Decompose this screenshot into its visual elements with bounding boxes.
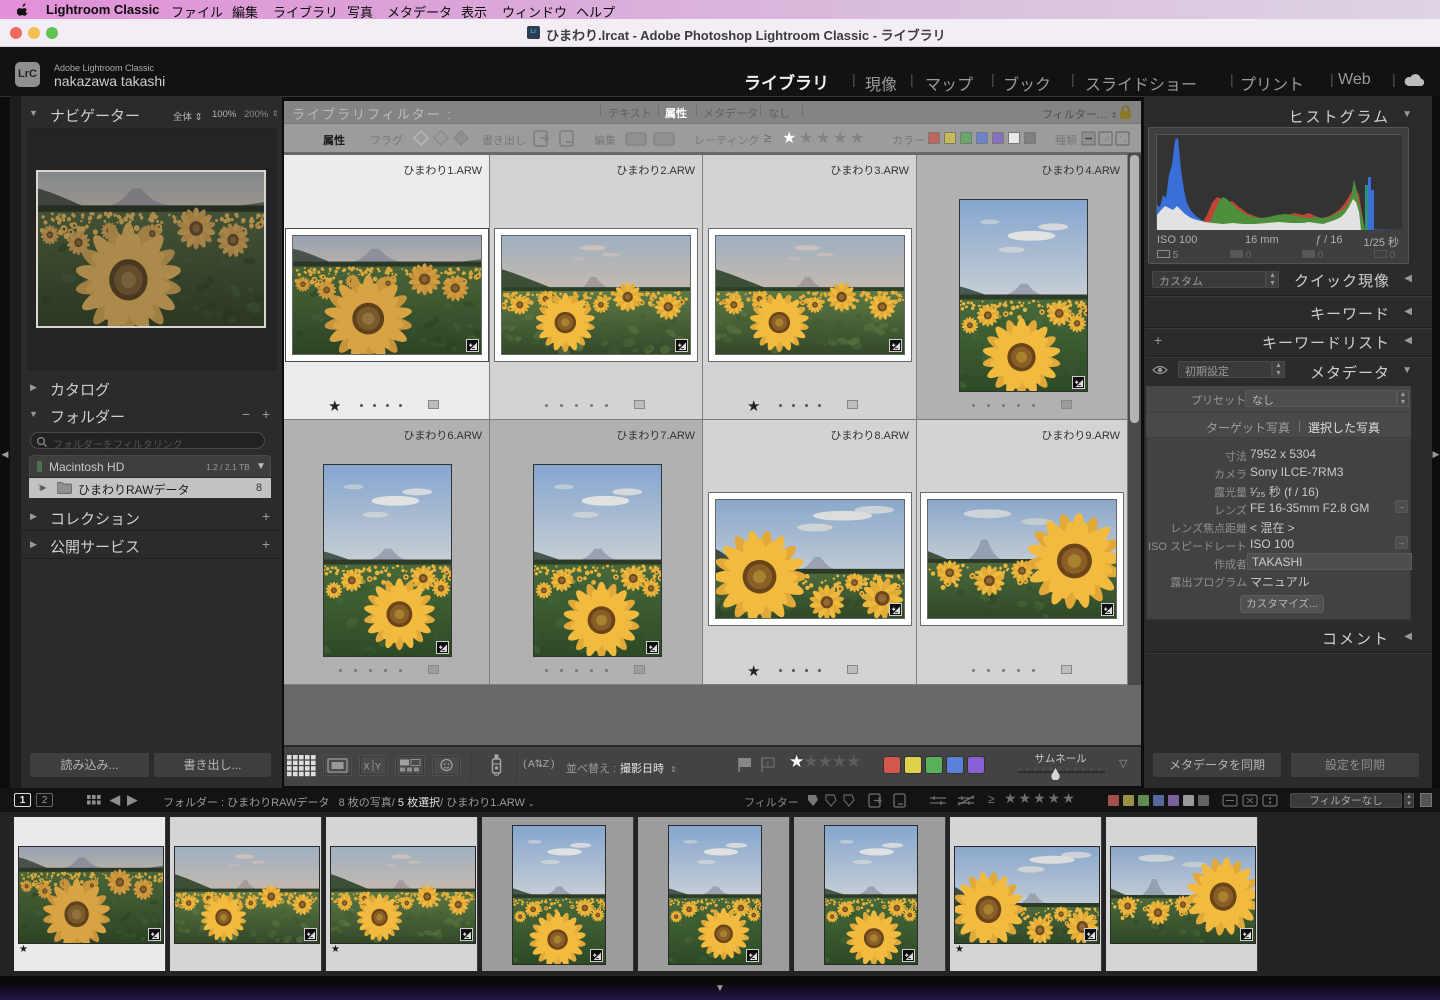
svg-text:Y: Y (375, 762, 381, 772)
svg-text:X: X (364, 762, 370, 772)
svg-text:x: x (766, 761, 770, 768)
